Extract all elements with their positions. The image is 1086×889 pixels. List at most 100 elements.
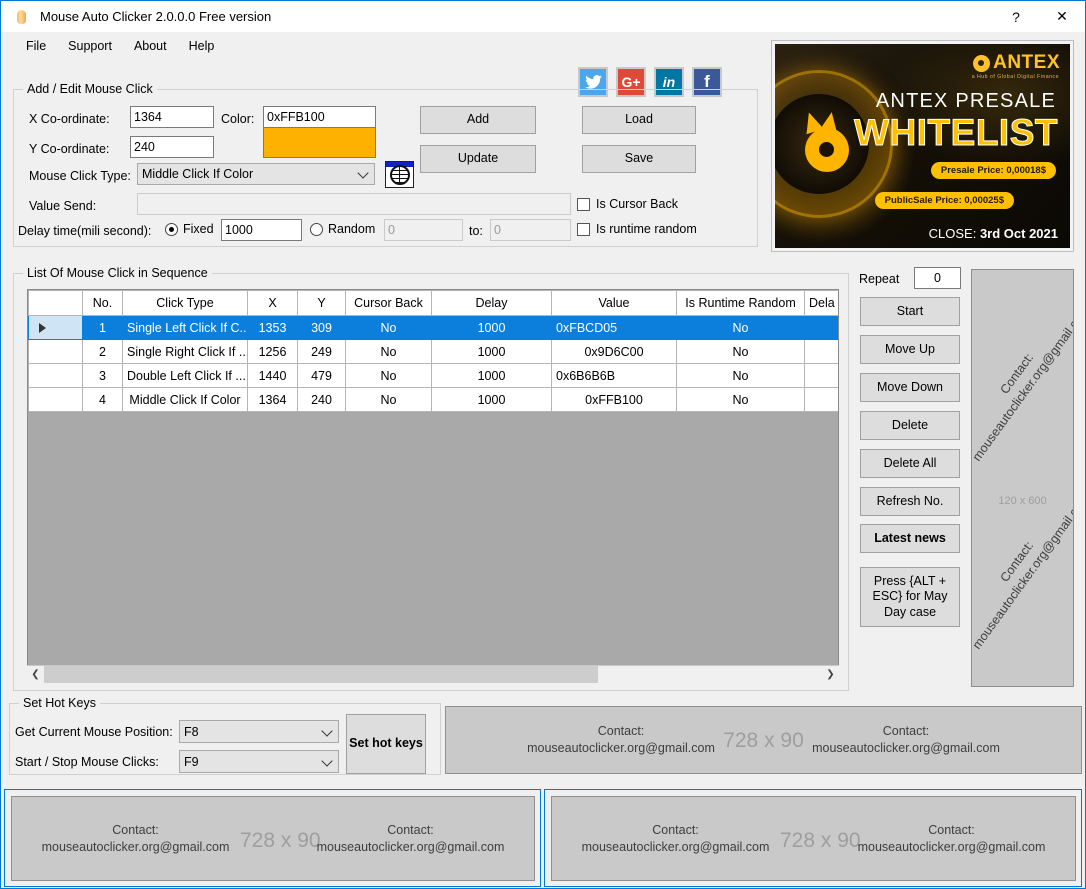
delay-fixed-input[interactable]: 1000 — [221, 219, 302, 241]
close-button[interactable]: ✕ — [1039, 1, 1085, 32]
ad-contact-text: Contact: mouseautoclicker.org@gmail.com — [293, 822, 528, 856]
table-header-row: No. Click Type X Y Cursor Back Delay Val… — [28, 290, 838, 316]
latest-news-button[interactable]: Latest news — [860, 524, 960, 553]
cell-x: 1440 — [247, 363, 298, 388]
load-button[interactable]: Load — [582, 106, 696, 134]
move-up-button[interactable]: Move Up — [860, 335, 960, 364]
col-y[interactable]: Y — [297, 290, 346, 316]
ad-contact-email: mouseautoclicker.org@gmail.com — [41, 839, 230, 854]
col-value[interactable]: Value — [551, 290, 677, 316]
scroll-right-arrow-icon[interactable]: ❯ — [822, 666, 839, 683]
delay-random-label: Random — [328, 222, 376, 236]
start-stop-clicks-select[interactable]: F9 — [179, 750, 339, 773]
window-controls: ? ✕ — [993, 1, 1085, 32]
row-selector[interactable] — [28, 315, 83, 340]
sequence-data-grid[interactable]: No. Click Type X Y Cursor Back Delay Val… — [27, 289, 839, 674]
color-value-input[interactable]: 0xFFB100 — [263, 106, 376, 128]
add-button[interactable]: Add — [420, 106, 536, 134]
save-button[interactable]: Save — [582, 145, 696, 173]
is-cursor-back-label: Is Cursor Back — [596, 197, 678, 211]
col-no[interactable]: No. — [82, 290, 123, 316]
antex-mascot-icon — [799, 109, 857, 174]
cell-cursor-back: No — [345, 363, 432, 388]
scroll-left-arrow-icon[interactable]: ❮ — [27, 666, 44, 683]
vertical-ad-120x600[interactable]: Contact: mouseautoclicker.org@gmail.com … — [971, 269, 1074, 687]
cell-cursor-back: No — [345, 387, 432, 412]
table-row[interactable]: 3 Double Left Click If ... 1440 479 No 1… — [28, 363, 838, 388]
delete-button[interactable]: Delete — [860, 411, 960, 440]
table-row[interactable]: 4 Middle Click If Color 1364 240 No 1000… — [28, 387, 838, 412]
antex-banner-ad[interactable]: ANTEX a Hub of Global Digital Finance AN… — [771, 40, 1074, 252]
cell-value: 0xFBCD05 — [551, 315, 677, 340]
y-coordinate-label: Y Co-ordinate: — [29, 142, 110, 156]
delay-random-to-input[interactable]: 0 — [490, 219, 571, 241]
row-selector[interactable] — [28, 339, 83, 364]
chevron-down-icon — [321, 754, 333, 767]
scrollbar-thumb[interactable] — [44, 665, 598, 683]
ad-contact-text: Contact: mouseautoclicker.org@gmail.com — [558, 822, 793, 856]
table-row[interactable]: 1 Single Left Click If C... 1353 309 No … — [28, 315, 838, 340]
scrollbar-track[interactable] — [44, 665, 822, 683]
delay-fixed-radio[interactable]: Fixed — [165, 222, 214, 236]
chevron-down-icon — [357, 167, 369, 179]
ad-contact-label: Contact: — [882, 724, 930, 738]
col-x[interactable]: X — [247, 290, 298, 316]
col-rowhdr[interactable] — [28, 290, 83, 316]
mouse-click-type-select[interactable]: Middle Click If Color — [137, 163, 375, 185]
value-send-input[interactable] — [137, 193, 571, 215]
window-title: Mouse Auto Clicker 2.0.0.0 Free version — [40, 9, 272, 24]
col-delay2[interactable]: Dela — [804, 290, 838, 316]
help-button[interactable]: ? — [993, 1, 1039, 32]
is-runtime-random-checkbox[interactable]: Is runtime random — [577, 222, 697, 236]
move-down-button[interactable]: Move Down — [860, 373, 960, 402]
col-delay[interactable]: Delay — [431, 290, 552, 316]
cell-no: 2 — [82, 339, 123, 364]
cell-click-type: Single Right Click If ... — [122, 339, 248, 364]
menu-item-help[interactable]: Help — [178, 36, 226, 56]
col-cursor-back[interactable]: Cursor Back — [345, 290, 432, 316]
menu-item-support[interactable]: Support — [57, 36, 123, 56]
start-stop-clicks-value: F9 — [184, 754, 199, 769]
refresh-no-button[interactable]: Refresh No. — [860, 487, 960, 516]
cell-delay: 1000 — [431, 387, 552, 412]
delay-random-radio[interactable]: Random — [310, 222, 375, 236]
grid-horizontal-scrollbar[interactable]: ❮ ❯ — [27, 665, 839, 683]
col-is-runtime-random[interactable]: Is Runtime Random — [676, 290, 805, 316]
checkbox-icon — [577, 197, 590, 211]
ad-728x90-bottom-right[interactable]: Contact: mouseautoclicker.org@gmail.com … — [551, 796, 1076, 881]
table-row[interactable]: 2 Single Right Click If ... 1256 249 No … — [28, 339, 838, 364]
delete-all-button[interactable]: Delete All — [860, 449, 960, 478]
ad-728x90-bottom-left[interactable]: Contact: mouseautoclicker.org@gmail.com … — [11, 796, 535, 881]
ad-contact-email: mouseautoclicker.org@gmail.com — [857, 839, 1046, 854]
mouse-click-type-label: Mouse Click Type: — [29, 169, 131, 183]
menu-item-about[interactable]: About — [123, 36, 178, 56]
sequence-table: No. Click Type X Y Cursor Back Delay Val… — [28, 290, 838, 412]
screen-color-picker-icon[interactable] — [385, 161, 414, 188]
start-button[interactable]: Start — [860, 297, 960, 326]
row-selector[interactable] — [28, 363, 83, 388]
set-hot-keys-button[interactable]: Set hot keys — [346, 714, 426, 774]
delay-fixed-label: Fixed — [183, 222, 214, 236]
cell-value: 0xFFB100 — [551, 387, 677, 412]
add-edit-legend: Add / Edit Mouse Click — [23, 82, 157, 96]
delay-random-from-input[interactable]: 0 — [384, 219, 463, 241]
cell-is-runtime-random: No — [676, 387, 805, 412]
antex-logo: ANTEX — [973, 52, 1060, 74]
menu-item-file[interactable]: File — [15, 36, 57, 56]
may-day-promo-button[interactable]: Press {ALT + ESC} for May Day case — [860, 567, 960, 627]
cell-y: 249 — [297, 339, 346, 364]
is-cursor-back-checkbox[interactable]: Is Cursor Back — [577, 197, 678, 211]
sequence-legend: List Of Mouse Click in Sequence — [23, 266, 212, 280]
x-coordinate-input[interactable]: 1364 — [130, 106, 214, 128]
col-click-type[interactable]: Click Type — [122, 290, 248, 316]
y-coordinate-input[interactable]: 240 — [130, 136, 214, 158]
repeat-input[interactable]: 0 — [914, 267, 961, 289]
color-swatch[interactable] — [263, 127, 376, 158]
get-mouse-position-select[interactable]: F8 — [179, 720, 339, 743]
get-mouse-position-value: F8 — [184, 724, 199, 739]
cell-x: 1364 — [247, 387, 298, 412]
ad-728x90-middle[interactable]: Contact: mouseautoclicker.org@gmail.com … — [445, 706, 1082, 774]
update-button[interactable]: Update — [420, 145, 536, 173]
row-selector[interactable] — [28, 387, 83, 412]
ad-contact-label: Contact: — [112, 823, 159, 837]
